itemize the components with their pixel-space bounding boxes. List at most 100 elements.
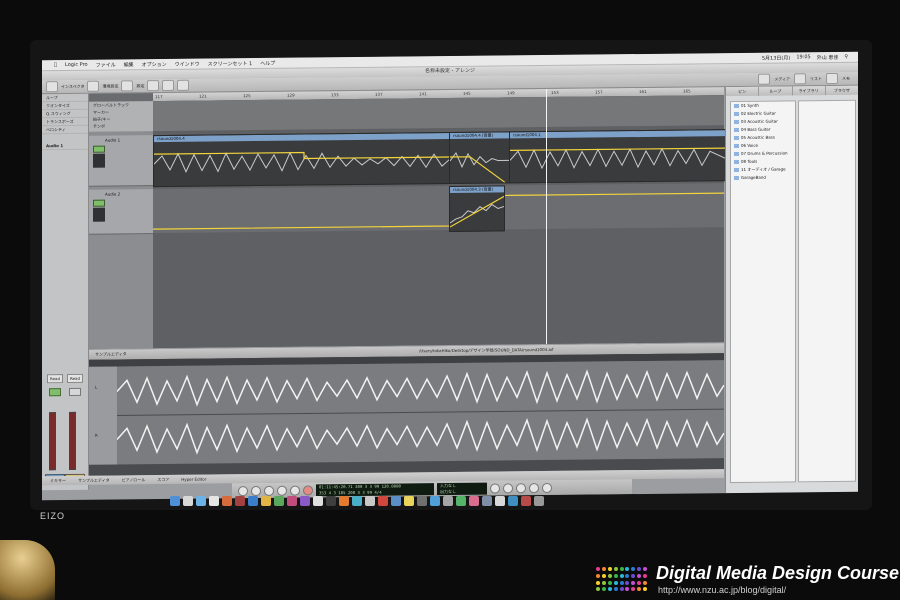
menu-window[interactable]: ウインドウ (175, 60, 200, 67)
sync-button[interactable] (529, 482, 539, 493)
folder-icon (734, 167, 739, 173)
watermark-dot-logo-icon (596, 567, 648, 593)
app-icon[interactable] (378, 496, 388, 506)
editor-channel-labels: L R (89, 366, 117, 465)
app-icon[interactable] (352, 496, 362, 506)
launchpad-icon[interactable] (183, 496, 193, 506)
volume-fader-1[interactable] (49, 412, 56, 471)
settings-button[interactable] (121, 80, 134, 92)
app-icon[interactable] (235, 496, 245, 506)
folder-label: 03 Acoustic Guitar (741, 118, 778, 124)
mute-button-1[interactable] (49, 388, 61, 397)
logic-pro-icon[interactable] (326, 496, 336, 506)
menu-screenset[interactable]: スクリーンセット 1 (208, 60, 253, 67)
app-icon[interactable] (456, 496, 466, 506)
folder-icon (734, 119, 739, 125)
list-item[interactable]: GarageBand (731, 173, 795, 182)
tool-button-1[interactable] (147, 80, 160, 92)
tab-bin[interactable]: ビン (726, 86, 760, 97)
app-icon[interactable] (313, 496, 323, 506)
app-icon[interactable] (339, 496, 349, 506)
region-waveform (510, 147, 725, 170)
solo-button[interactable] (516, 482, 526, 493)
app-icon[interactable] (274, 496, 284, 506)
app-icon[interactable] (261, 496, 271, 506)
menu-time: 19:05 (796, 53, 811, 60)
channel-right-label: R (95, 432, 98, 438)
folder-label: 01 Synth (741, 102, 759, 108)
tool-button-3[interactable] (177, 79, 190, 91)
watermark-url[interactable]: http://www.nzu.ac.jp/blog/digital/ (658, 585, 786, 595)
audio-region-4[interactable]: rsound1004.3 (音量) (449, 185, 505, 233)
app-icon[interactable] (222, 496, 232, 506)
tab-browser[interactable]: ブラウザ (825, 85, 858, 96)
tab-library[interactable]: ライブラリ (792, 86, 826, 96)
audio-region-1[interactable]: rsound1004.4 (153, 131, 451, 188)
track-read-button-2[interactable] (93, 199, 105, 207)
cycle-button[interactable] (490, 482, 500, 494)
preferences-button[interactable] (87, 80, 100, 92)
menu-help[interactable]: ヘルプ (260, 59, 275, 66)
tab-score[interactable]: スコア (157, 476, 169, 482)
tab-hyper-editor[interactable]: Hyper Editor (181, 477, 206, 482)
volume-fader-2[interactable] (69, 411, 76, 470)
safari-icon[interactable] (196, 496, 206, 506)
menu-options[interactable]: オプション (142, 60, 167, 67)
track-header-audio-1[interactable]: Audio 1 (89, 135, 153, 187)
ruler-tick: 153 (551, 89, 559, 95)
app-icon[interactable] (287, 496, 297, 506)
mute-button-2[interactable] (69, 387, 81, 396)
app-icon[interactable] (521, 496, 531, 506)
finder-icon[interactable] (170, 496, 180, 506)
app-icon[interactable] (365, 496, 375, 506)
tab-mixer[interactable]: ミキサー (50, 478, 66, 484)
automation-mode-2[interactable]: Read (67, 373, 83, 384)
app-icon[interactable] (482, 496, 492, 506)
track-read-button-1[interactable] (93, 145, 105, 153)
app-icon[interactable] (417, 496, 427, 506)
tempo-track[interactable]: テンポ (89, 122, 153, 130)
library-patch-list[interactable] (798, 99, 856, 483)
folder-icon (734, 127, 739, 133)
app-icon[interactable] (248, 496, 258, 506)
toolbar-label-notes: メモ (842, 75, 850, 81)
app-icon[interactable] (430, 496, 440, 506)
notes-button[interactable] (826, 72, 838, 85)
playhead[interactable] (546, 88, 547, 344)
app-icon[interactable] (404, 496, 414, 506)
toolbar-label-lists: リスト (810, 75, 822, 81)
menu-file[interactable]: ファイル (96, 61, 116, 68)
trash-icon[interactable] (534, 496, 544, 506)
track-header-audio-2[interactable]: Audio 2 (89, 189, 153, 235)
tab-loops[interactable]: ループ (759, 86, 793, 96)
tab-piano-roll[interactable]: ピアノロール (122, 477, 146, 483)
menu-edit[interactable]: 編集 (124, 61, 134, 68)
inspector-row-velocity[interactable]: ベロシティ (42, 125, 88, 135)
audio-region-2[interactable]: rsound1004.4 (音量) (449, 131, 511, 185)
mail-icon[interactable] (209, 496, 219, 506)
app-icon[interactable] (443, 496, 453, 506)
list-item[interactable]: 07 Drums & Percussion (731, 149, 795, 158)
app-icon[interactable] (495, 496, 505, 506)
app-icon[interactable] (469, 496, 479, 506)
tool-button-2[interactable] (162, 79, 175, 92)
media-button[interactable] (758, 73, 771, 85)
tab-sample-editor[interactable]: サンプルエディタ (78, 477, 110, 483)
spotlight-search-icon[interactable]: ⚲ (844, 53, 848, 60)
automation-mode-1[interactable]: Read (47, 374, 63, 384)
global-lanes (153, 95, 724, 132)
inspector-panel: ループ クオンタイズ Q-スウィング トランスポーズ ベロシティ Audio 1… (42, 93, 89, 491)
replace-button[interactable] (503, 482, 513, 493)
app-icon[interactable] (300, 496, 310, 506)
metronome-button[interactable] (542, 482, 552, 493)
app-icon[interactable] (391, 496, 401, 506)
apple-icon[interactable]:  (54, 62, 57, 68)
editor-waveform[interactable] (116, 360, 725, 465)
lists-button[interactable] (794, 73, 806, 85)
folder-label: 07 Drums & Percussion (741, 150, 788, 156)
audio-region-3[interactable]: rsound1004.1 (509, 129, 726, 184)
app-icon[interactable] (508, 496, 518, 506)
menu-app[interactable]: Logic Pro (65, 62, 88, 68)
inspector-button[interactable] (46, 81, 58, 93)
menu-user[interactable]: 外山 恵佳 (817, 53, 839, 60)
